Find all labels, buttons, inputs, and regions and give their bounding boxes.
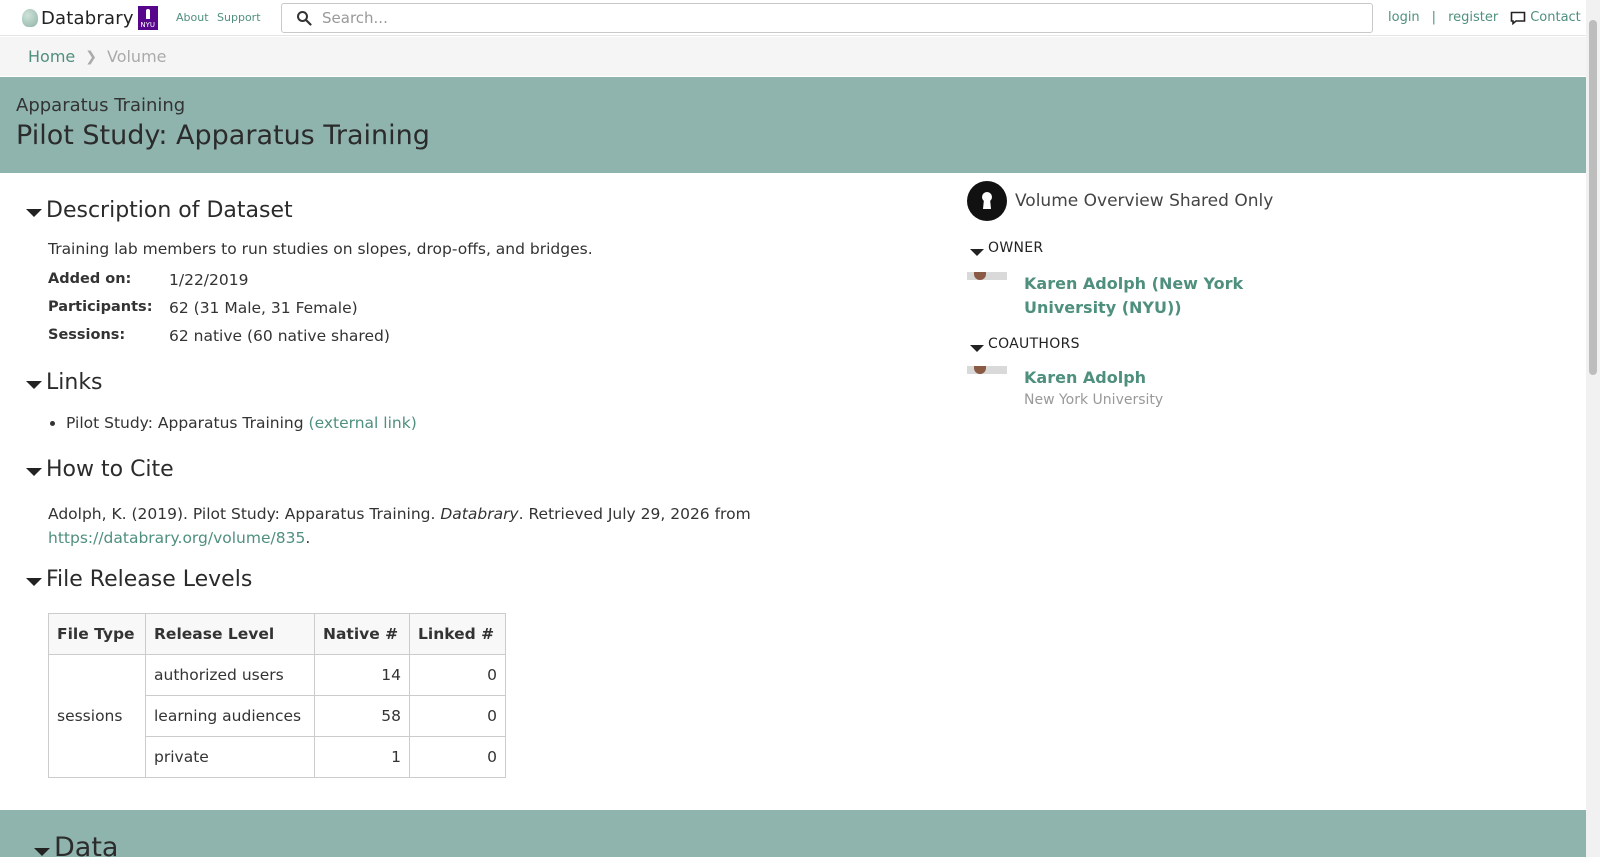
section-links-heading: Links (46, 370, 103, 395)
citation-text: Adolph, K. (2019). Pilot Study: Apparatu… (48, 502, 808, 550)
column-header: Linked # (409, 613, 506, 655)
release-levels-table: File Type Release Level Native # Linked … (48, 613, 506, 778)
linked-count-cell: 0 (409, 695, 506, 737)
section-data-toggle[interactable]: Data (34, 832, 118, 857)
volume-metadata: Added on: 1/22/2019 Participants: 62 (31 M… (48, 271, 390, 355)
column-header: File Type (48, 613, 146, 655)
caret-down-icon (26, 380, 42, 389)
owner-name-link[interactable]: Karen Adolph (New York University (NYU)) (1024, 272, 1264, 320)
login-link[interactable]: login (1388, 10, 1420, 25)
section-cite-toggle[interactable]: How to Cite (26, 457, 174, 482)
contact-link[interactable]: Contact (1510, 10, 1581, 25)
list-item: Pilot Study: Apparatus Training (externa… (66, 414, 417, 432)
section-cite-heading: How to Cite (46, 457, 174, 482)
coauthor-entry: Karen Adolph New York University (967, 366, 1264, 408)
databrary-logo[interactable]: Databrary NYU (22, 6, 158, 30)
auth-links: login | register Contact (1388, 10, 1581, 25)
native-count-cell: 14 (314, 654, 410, 696)
keyhole-lock-icon (967, 181, 1007, 221)
about-link[interactable]: About (176, 11, 209, 24)
breadcrumb-current: Volume (106, 47, 167, 66)
links-list: Pilot Study: Apparatus Training (externa… (66, 414, 417, 432)
link-title: Pilot Study: Apparatus Training (66, 414, 304, 432)
file-type-cell: sessions (48, 654, 146, 778)
avatar (967, 366, 1007, 374)
volume-header: Apparatus Training Pilot Study: Apparatu… (0, 77, 1586, 173)
chat-icon (1510, 11, 1526, 25)
coauthor-affiliation: New York University (1024, 392, 1164, 408)
caret-down-icon (26, 208, 42, 217)
owner-entry: Karen Adolph (New York University (NYU)) (967, 272, 1264, 320)
caret-down-icon (970, 344, 984, 352)
data-section-bar (0, 810, 1586, 857)
volume-short-title: Apparatus Training (16, 95, 186, 116)
nyu-label: NYU (140, 21, 156, 29)
section-description-toggle[interactable]: Description of Dataset (26, 198, 293, 223)
breadcrumb: Home ❯ Volume (0, 37, 1586, 76)
citation-suffix: . (305, 529, 311, 547)
citation-prefix: Adolph, K. (2019). Pilot Study: Apparatu… (48, 505, 441, 523)
register-link[interactable]: register (1448, 10, 1498, 25)
participants-label: Participants: (48, 299, 153, 315)
torch-icon (145, 9, 150, 19)
owner-heading: OWNER (988, 240, 1044, 256)
page-title: Pilot Study: Apparatus Training (16, 120, 430, 151)
support-link[interactable]: Support (217, 11, 260, 24)
caret-down-icon (34, 847, 50, 856)
section-release-heading: File Release Levels (46, 567, 253, 592)
added-label: Added on: (48, 271, 132, 287)
chevron-right-icon: ❯ (85, 48, 97, 65)
nav-links: About Support (176, 11, 266, 24)
native-count-cell: 1 (314, 736, 410, 778)
search-input[interactable] (322, 9, 1372, 27)
contact-label: Contact (1530, 10, 1581, 25)
coauthor-details: Karen Adolph New York University (1024, 366, 1264, 408)
added-value: 1/22/2019 (169, 271, 249, 289)
column-header: Native # (314, 613, 410, 655)
owner-toggle[interactable]: OWNER (970, 240, 1043, 256)
external-link[interactable]: (external link) (309, 414, 417, 432)
page-scrollbar[interactable] (1586, 0, 1600, 857)
coauthors-toggle[interactable]: COAUTHORS (970, 336, 1080, 352)
description-text: Training lab members to run studies on s… (48, 240, 593, 258)
nyu-logo: NYU (137, 6, 158, 30)
search-box[interactable] (281, 3, 1373, 33)
brand-name: Databrary (41, 7, 134, 29)
section-description-heading: Description of Dataset (46, 198, 293, 223)
native-count-cell: 58 (314, 695, 410, 737)
caret-down-icon (26, 577, 42, 586)
citation-journal: Databrary (440, 505, 519, 523)
coauthors-heading: COAUTHORS (988, 336, 1080, 352)
citation-middle: . Retrieved July 29, 2026 from (518, 505, 751, 523)
section-release-toggle[interactable]: File Release Levels (26, 567, 252, 592)
release-level-cell: private (145, 736, 315, 778)
table-row: sessions authorized users 14 0 (48, 654, 506, 778)
sessions-label: Sessions: (48, 327, 126, 343)
coauthor-name-link[interactable]: Karen Adolph (1024, 366, 1264, 390)
databrary-logo-icon (22, 9, 38, 27)
participants-value: 62 (31 Male, 31 Female) (169, 299, 358, 317)
breadcrumb-home[interactable]: Home (28, 47, 75, 66)
release-level-cell: authorized users (145, 654, 315, 696)
sharing-status: Volume Overview Shared Only (967, 181, 1273, 221)
table-header-row: File Type Release Level Native # Linked … (48, 613, 506, 655)
caret-down-icon (970, 248, 984, 256)
citation-url[interactable]: https://databrary.org/volume/835 (48, 529, 305, 547)
search-icon (297, 11, 312, 26)
column-header: Release Level (145, 613, 315, 655)
scrollbar-thumb[interactable] (1589, 20, 1597, 375)
section-data-heading: Data (54, 832, 119, 857)
sessions-value: 62 native (60 native shared) (169, 327, 390, 345)
section-links-toggle[interactable]: Links (26, 370, 103, 395)
caret-down-icon (26, 467, 42, 476)
sharing-label: Volume Overview Shared Only (1015, 191, 1274, 211)
top-navbar: Databrary NYU About Support login | regi… (0, 0, 1586, 36)
release-level-cell: learning audiences (145, 695, 315, 737)
auth-separator: | (1431, 10, 1437, 25)
avatar (967, 272, 1007, 280)
linked-count-cell: 0 (409, 736, 506, 778)
linked-count-cell: 0 (409, 654, 506, 696)
